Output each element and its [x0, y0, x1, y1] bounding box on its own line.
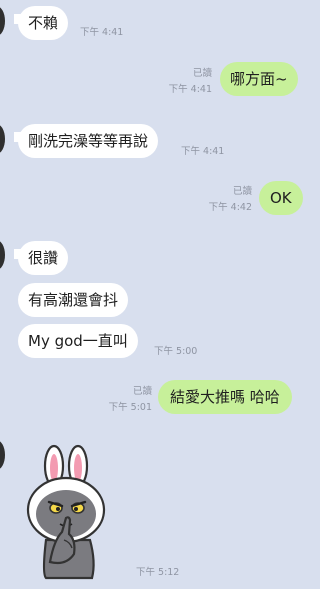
message-time: 下午 4:41	[80, 27, 124, 38]
message-bubble-incoming[interactable]: My god一直叫	[18, 324, 138, 358]
message-bubble-outgoing[interactable]: OK	[259, 181, 303, 215]
contact-avatar[interactable]	[0, 440, 5, 470]
read-receipt: 已讀	[192, 68, 212, 79]
message-bubble-incoming[interactable]: 不賴	[18, 6, 69, 40]
message-bubble-incoming[interactable]: 很讚	[18, 241, 69, 275]
message-bubble-incoming[interactable]: 有高潮還會抖	[18, 283, 129, 317]
message-time: 下午 5:00	[154, 346, 198, 357]
sticker-illustration	[26, 444, 106, 580]
contact-avatar[interactable]	[0, 124, 5, 154]
read-receipt: 已讀	[132, 386, 152, 397]
message-time: 下午 4:41	[181, 146, 225, 157]
read-receipt: 已讀	[232, 186, 252, 197]
message-time: 下午 4:41	[168, 84, 212, 95]
contact-avatar[interactable]	[0, 240, 5, 270]
message-time: 下午 4:42	[208, 202, 252, 213]
message-time: 下午 5:01	[108, 402, 152, 413]
message-bubble-outgoing[interactable]: 哪方面~	[220, 62, 298, 96]
contact-avatar[interactable]	[0, 6, 5, 36]
message-time: 下午 5:12	[136, 567, 180, 578]
cony-rabbit-shush-sticker[interactable]	[20, 444, 112, 582]
message-bubble-outgoing[interactable]: 結愛大推嗎 哈哈	[158, 380, 292, 414]
message-bubble-incoming[interactable]: 剛洗完澡等等再說	[18, 124, 159, 158]
